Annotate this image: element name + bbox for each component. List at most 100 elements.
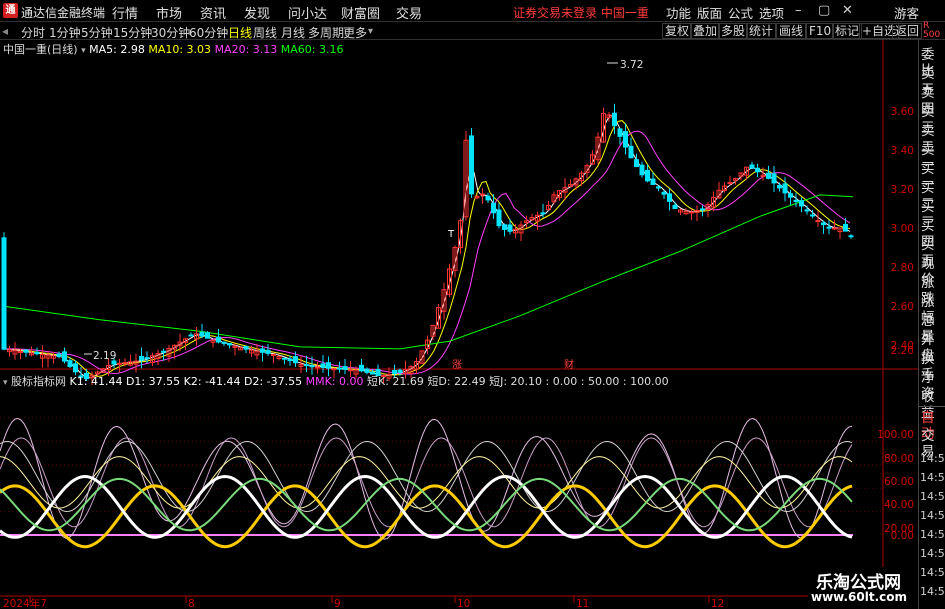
maximize-icon[interactable]: ▢ (818, 3, 830, 18)
menu-wealth-circle[interactable]: 财富圈 (341, 3, 380, 22)
candle-down (804, 209, 810, 212)
candle-down (320, 363, 326, 368)
price-tick: 2.20 (891, 345, 914, 357)
short-j-value: 短J: 20.10 (489, 375, 543, 388)
tab-weekly[interactable]: 周线 (253, 24, 277, 41)
ma10-line (2, 120, 851, 377)
candle-down (62, 351, 67, 362)
indicator-name: 股标指标网 (11, 375, 67, 388)
tab-60min[interactable]: 60分钟 (189, 24, 228, 41)
button-back[interactable]: 返回 (892, 23, 923, 39)
mmk-value: MMK: 0.00 (305, 375, 364, 388)
candle-down (788, 193, 793, 198)
site-watermark: 乐淘公式网 www.60lt.com (808, 567, 918, 609)
collapse-icon[interactable]: ◂ (2, 24, 8, 38)
guest-login[interactable]: 游客 (894, 3, 919, 22)
menu-options[interactable]: 选项 (759, 3, 784, 22)
candle-up (727, 182, 733, 184)
candle-down (304, 364, 309, 367)
short-j-line (0, 440, 853, 513)
menu-discover[interactable]: 发现 (244, 3, 270, 22)
tick-time: 14:56 (920, 452, 945, 465)
tab-multi-period[interactable]: 多周期 (308, 24, 344, 41)
ind-tick: 60.00 (884, 476, 914, 488)
candle-down (205, 332, 210, 339)
candle-down (496, 209, 502, 227)
ma10-value: MA10: 3.03 (148, 43, 212, 56)
menu-trade[interactable]: 交易 (396, 3, 422, 22)
button-draw-line[interactable]: 画线 (776, 23, 807, 39)
ma5-value: MA5: 2.98 (89, 43, 145, 56)
close-icon[interactable]: ✕ (842, 3, 853, 18)
candle-up (480, 193, 485, 196)
candle-down (766, 172, 771, 179)
watermark-url: www.60lt.com (811, 590, 908, 604)
menu-news[interactable]: 资讯 (200, 3, 226, 22)
button-f10[interactable]: F10 (806, 23, 835, 39)
candle-down (639, 164, 645, 176)
menu-layout[interactable]: 版面 (697, 3, 722, 22)
candle-down (502, 224, 507, 230)
level-values: : 0.00 : 50.00 : 100.00 (545, 375, 669, 388)
date-tick: 8 (188, 598, 195, 609)
indicator-lines (0, 417, 853, 549)
candle-down (243, 346, 249, 350)
more-chevron-icon[interactable]: ▾ (368, 26, 373, 37)
button-multi-stock[interactable]: 多股 (718, 23, 749, 39)
quote-panel: R 500 委比 卖五 卖四 卖三 卖二 卖一 买一 买二 买三 买四 买五 现… (918, 22, 945, 609)
price-annotations: 3.72 2.19 T 涨 财 (84, 59, 643, 371)
button-adjust[interactable]: 复权 (662, 23, 693, 39)
candle-down (293, 356, 298, 364)
tab-5min[interactable]: 5分钟 (81, 24, 113, 41)
candle-up (18, 350, 23, 353)
candle-down (56, 353, 62, 358)
candle-down (359, 364, 364, 372)
tab-more[interactable]: 更多 (343, 24, 367, 41)
candle-down (793, 199, 799, 202)
menu-ask-xiaoda[interactable]: 问小达 (288, 3, 327, 22)
tick-time: 14:56 (920, 585, 945, 598)
low-price-label: 2.19 (93, 350, 116, 362)
button-overlay[interactable]: 叠加 (690, 23, 721, 39)
candle-down (227, 343, 232, 346)
price-tick: 2.80 (891, 262, 914, 274)
candle-down (507, 224, 513, 232)
login-notice[interactable]: 证券交易未登录 中国一重 (513, 4, 649, 21)
candle-down (628, 145, 634, 159)
tab-daily[interactable]: 日线 (228, 24, 252, 41)
candle-down (287, 358, 293, 362)
app-logo: 通 (3, 3, 18, 18)
panel-badge[interactable]: R 500 (923, 22, 940, 40)
menu-market[interactable]: 市场 (156, 3, 182, 22)
button-stats[interactable]: 统计 (746, 23, 777, 39)
menu-quotes[interactable]: 行情 (112, 3, 138, 22)
ma60-value: MA60: 3.16 (280, 43, 344, 56)
candle-down (139, 356, 144, 361)
candle-down (161, 350, 166, 353)
minimize-icon[interactable]: – (795, 3, 802, 18)
tab-15min[interactable]: 15分钟 (113, 24, 152, 41)
candle-down (221, 341, 227, 344)
candle-down (282, 357, 287, 360)
ma5-line (1, 114, 851, 379)
tab-intraday[interactable]: 分时 (21, 24, 45, 41)
ma20-value: MA20: 3.13 (214, 43, 278, 56)
menu-formula[interactable]: 公式 (728, 3, 753, 22)
tab-1min[interactable]: 1分钟 (49, 24, 81, 41)
legend-toggle-icon[interactable]: ▾ (81, 46, 86, 56)
candle-down (485, 195, 491, 201)
tab-monthly[interactable]: 月线 (281, 24, 305, 41)
candle-down (216, 336, 221, 343)
tab-30min[interactable]: 30分钟 (151, 24, 190, 41)
button-mark[interactable]: 标记 (832, 23, 863, 39)
stock-name: 中国一重(日线) (3, 43, 78, 56)
indicator-toggle-icon[interactable]: ▾ (3, 378, 8, 388)
tick-time: 14:56 (920, 471, 945, 484)
tick-time: 14:56 (920, 566, 945, 579)
ma20-line (2, 130, 851, 375)
candle-down (645, 169, 650, 182)
menu-functions[interactable]: 功能 (666, 3, 691, 22)
candle-down (617, 128, 623, 137)
price-legend: 中国一重(日线) ▾ MA5: 2.98 MA10: 3.03 MA20: 3.… (3, 41, 344, 57)
kline-chart[interactable]: 3.60 3.40 3.20 3.00 2.80 2.60 2.40 2.20 … (0, 40, 918, 609)
